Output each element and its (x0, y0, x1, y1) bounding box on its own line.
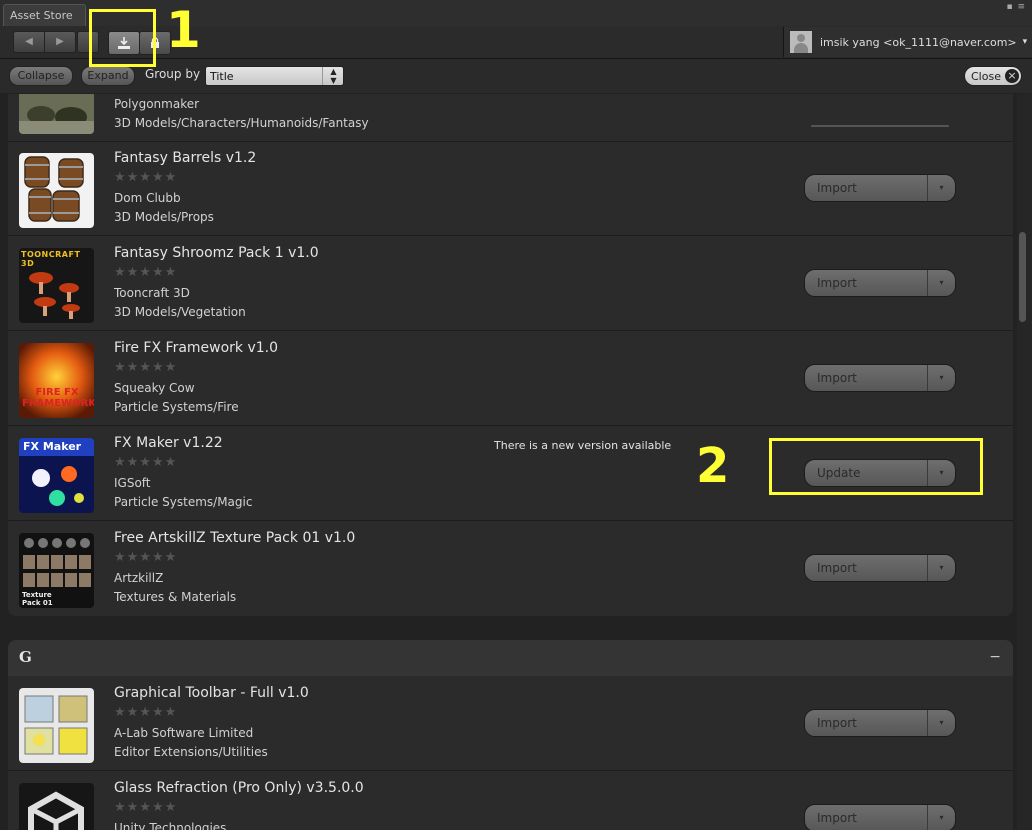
rating-stars: ★★★★★ (114, 455, 178, 470)
product-name[interactable]: Fantasy Barrels v1.2 (114, 150, 256, 166)
product-thumbnail (19, 94, 94, 134)
rating-stars: ★★★★★ (114, 800, 178, 815)
chevron-down-icon[interactable]: ▾ (927, 710, 955, 736)
list-item[interactable]: FIRE FX FRAMEWORK Fire FX Framework v1.0… (8, 331, 1013, 426)
collapse-button[interactable]: Collapse (9, 66, 73, 86)
group-by-label: Group by (145, 67, 201, 81)
product-thumbnail: FX Maker (19, 438, 94, 513)
product-category[interactable]: 3D Models/Props (114, 210, 214, 224)
product-publisher[interactable]: Unity Technologies (114, 821, 226, 830)
scrollbar-track[interactable] (1017, 94, 1032, 830)
product-publisher[interactable]: A-Lab Software Limited (114, 726, 253, 740)
import-button-label: Import (817, 811, 857, 825)
product-category[interactable]: Particle Systems/Fire (114, 400, 239, 414)
chevron-down-icon[interactable]: ▾ (927, 805, 955, 830)
window-controls[interactable]: ▪ ≡ (1006, 2, 1026, 12)
product-group-g: G − Graphical Toolbar - Full v1.0 ★★★★★ … (8, 640, 1013, 830)
user-account-menu[interactable]: imsik yang <ok_1111@naver.com> ▾ (783, 27, 1032, 57)
import-button-label: Import (817, 371, 857, 385)
update-notice: There is a new version available (494, 439, 672, 452)
annotation-number-1: 1 (166, 1, 201, 59)
product-publisher[interactable]: Dom Clubb (114, 191, 181, 205)
import-button-label: Import (817, 276, 857, 290)
product-name[interactable]: Fantasy Shroomz Pack 1 v1.0 (114, 245, 319, 261)
product-thumbnail: FIRE FX FRAMEWORK (19, 343, 94, 418)
import-button-label: Import (817, 181, 857, 195)
product-publisher[interactable]: IGSoft (114, 476, 151, 490)
back-icon: ◀ (25, 36, 33, 47)
chevron-down-icon[interactable]: ▾ (927, 555, 955, 581)
import-button-label: Import (817, 716, 857, 730)
import-button[interactable]: Import ▾ (804, 364, 956, 392)
list-item[interactable]: Graphical Toolbar - Full v1.0 ★★★★★ A-La… (8, 676, 1013, 771)
user-name: imsik yang <ok_1111@naver.com> (820, 35, 1017, 49)
product-category[interactable]: 3D Models/Characters/Humanoids/Fantasy (114, 116, 369, 130)
highlight-box-1 (89, 9, 156, 67)
import-button[interactable]: Import ▾ (804, 804, 956, 830)
product-category[interactable]: Editor Extensions/Utilities (114, 745, 268, 759)
rating-stars: ★★★★★ (114, 705, 178, 720)
product-category[interactable]: Particle Systems/Magic (114, 495, 252, 509)
highlight-box-2 (769, 438, 983, 495)
group-letter: G (19, 648, 32, 666)
import-button-label: Import (817, 561, 857, 575)
product-name[interactable]: FX Maker v1.22 (114, 435, 223, 451)
list-item[interactable]: Polygonmaker 3D Models/Characters/Humano… (8, 94, 1013, 142)
rating-stars: ★★★★★ (114, 550, 178, 565)
expand-button[interactable]: Expand (81, 66, 135, 86)
rating-stars: ★★★★★ (114, 265, 178, 280)
product-publisher[interactable]: Squeaky Cow (114, 381, 195, 395)
rating-stars: ★★★★★ (114, 170, 178, 185)
select-arrows-icon: ▲ ▼ (322, 67, 344, 85)
product-thumbnail (19, 688, 94, 763)
collapse-group-icon[interactable]: − (989, 649, 1001, 665)
product-name[interactable]: Graphical Toolbar - Full v1.0 (114, 685, 309, 701)
import-button[interactable]: Import ▾ (804, 554, 956, 582)
product-publisher[interactable]: ArtzkillZ (114, 571, 163, 585)
annotation-number-2: 2 (696, 438, 730, 494)
forward-icon: ▶ (56, 36, 64, 47)
close-button[interactable]: Close × (964, 66, 1022, 86)
avatar (790, 31, 812, 53)
product-thumbnail: TOONCRAFT 3D (19, 248, 94, 323)
list-item[interactable]: Texture Pack 01 Free ArtskillZ Texture P… (8, 521, 1013, 615)
fx-maker-logo: FX Maker (23, 440, 82, 453)
scrollbar-thumb[interactable] (1019, 232, 1026, 322)
window-tab-asset-store[interactable]: Asset Store (3, 4, 86, 26)
button-edge (811, 125, 949, 127)
list-item[interactable]: Fantasy Barrels v1.2 ★★★★★ Dom Clubb 3D … (8, 141, 1013, 236)
import-button[interactable]: Import ▾ (804, 174, 956, 202)
import-button[interactable]: Import ▾ (804, 269, 956, 297)
product-category[interactable]: 3D Models/Vegetation (114, 305, 246, 319)
product-group-f: Polygonmaker 3D Models/Characters/Humano… (8, 94, 1013, 616)
product-name[interactable]: Glass Refraction (Pro Only) v3.5.0.0 (114, 780, 364, 796)
back-button[interactable]: ◀ (13, 31, 45, 53)
product-thumbnail: Texture Pack 01 (19, 533, 94, 608)
product-name[interactable]: Free ArtskillZ Texture Pack 01 v1.0 (114, 530, 355, 546)
product-publisher[interactable]: Polygonmaker (114, 97, 199, 111)
product-category[interactable]: Textures & Materials (114, 590, 236, 604)
close-icon: × (1005, 69, 1019, 83)
product-name[interactable]: Fire FX Framework v1.0 (114, 340, 278, 356)
chevron-down-icon[interactable]: ▾ (927, 270, 955, 296)
chevron-down-icon: ▾ (1022, 37, 1028, 47)
product-thumbnail (19, 153, 94, 228)
chevron-down-icon[interactable]: ▾ (927, 365, 955, 391)
list-item[interactable]: Glass Refraction (Pro Only) v3.5.0.0 ★★★… (8, 771, 1013, 830)
group-header[interactable]: G − (8, 640, 1013, 676)
product-thumbnail (19, 783, 94, 830)
fire-fx-logo: FIRE FX FRAMEWORK (22, 387, 94, 409)
texture-pack-logo: Texture Pack 01 (22, 591, 53, 607)
rating-stars: ★★★★★ (114, 360, 178, 375)
chevron-down-icon[interactable]: ▾ (927, 175, 955, 201)
close-button-label: Close (971, 70, 1001, 83)
forward-button[interactable]: ▶ (44, 31, 76, 53)
tooncraft-logo: TOONCRAFT 3D (21, 250, 81, 268)
list-item[interactable]: TOONCRAFT 3D Fantasy Shroomz Pack 1 v1.0… (8, 236, 1013, 331)
import-button[interactable]: Import ▾ (804, 709, 956, 737)
product-publisher[interactable]: Tooncraft 3D (114, 286, 190, 300)
